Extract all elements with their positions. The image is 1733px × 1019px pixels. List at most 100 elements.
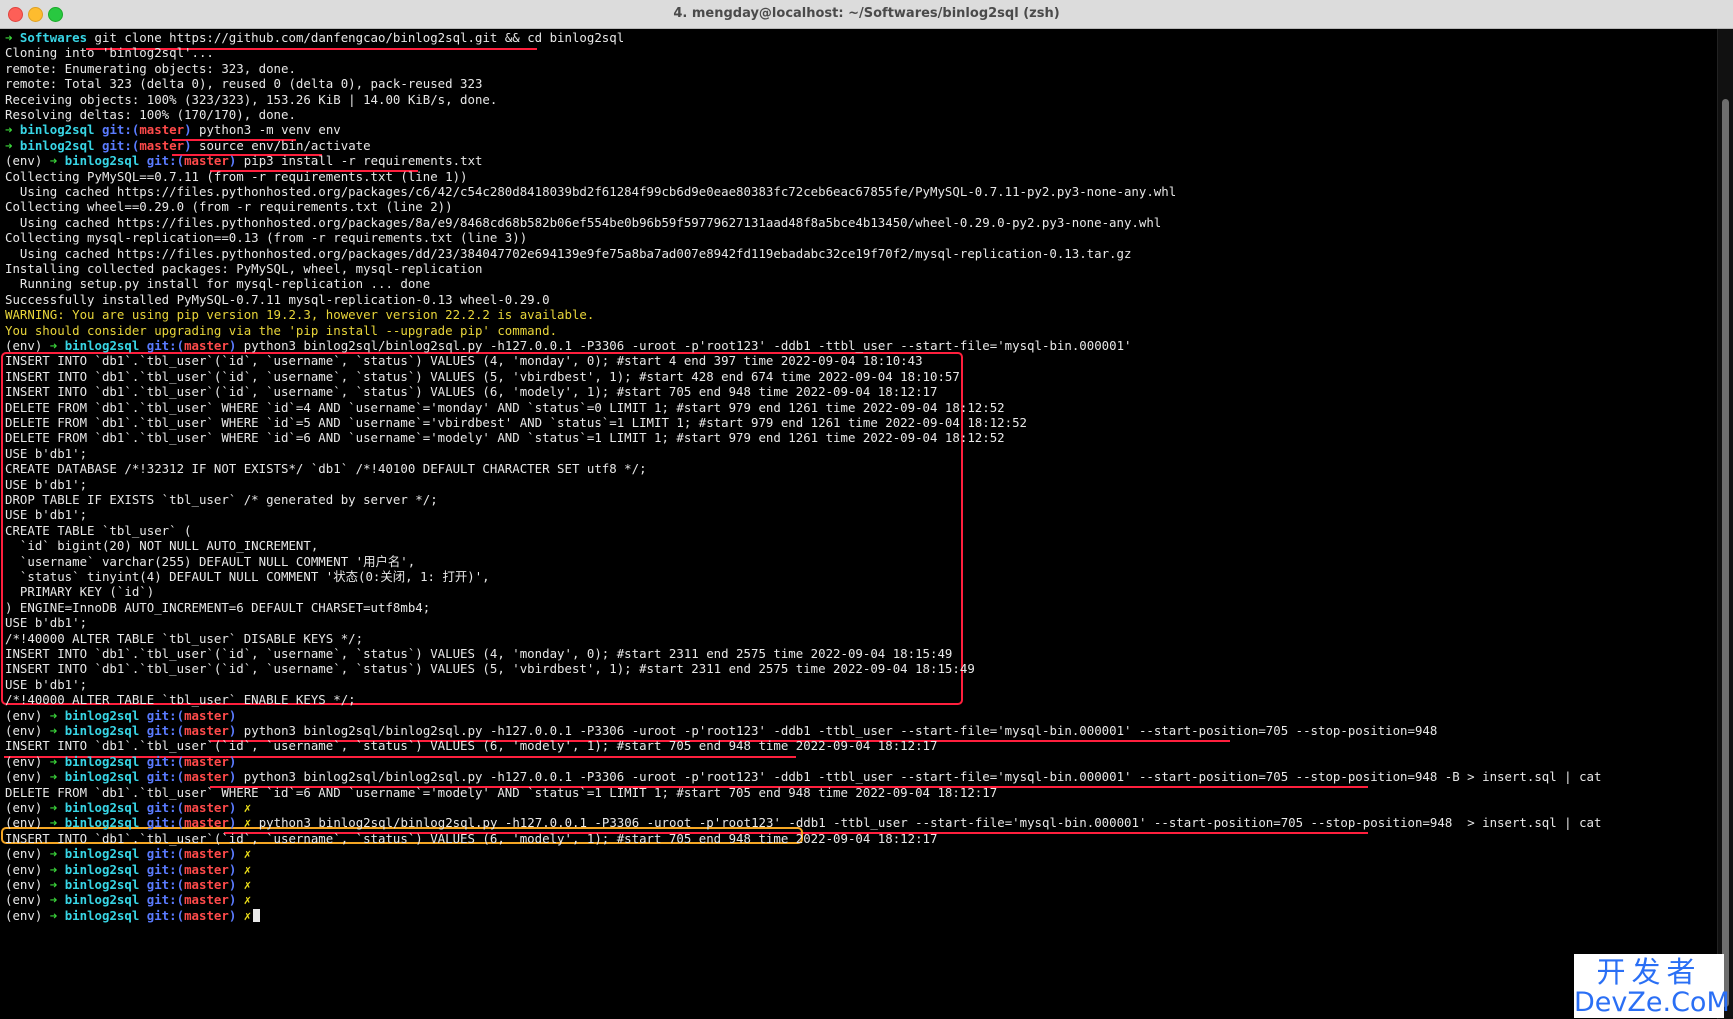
output-text: USE b'db1'; [5, 507, 88, 523]
output-text: DELETE FROM `db1`.`tbl_user` WHERE `id`=… [5, 399, 1005, 415]
current-directory: binlog2sql [64, 723, 140, 738]
git-branch: master [184, 707, 229, 723]
venv-indicator: (env) [5, 753, 50, 769]
current-directory: binlog2sql [19, 122, 95, 138]
window-title: 4. mengday@localhost: ~/Softwares/binlog… [673, 6, 1060, 21]
prompt-arrow-icon: ➜ [49, 815, 65, 831]
prompt-arrow-icon: ➜ [49, 153, 65, 169]
git-label: git:( [146, 753, 185, 769]
output-text: CREATE TABLE `tbl_user` ( [5, 522, 192, 538]
git-label: git:( [146, 907, 185, 923]
git-branch: master [184, 907, 229, 923]
git-branch: master [184, 338, 229, 353]
title-bar: 4. mengday@localhost: ~/Softwares/binlog… [0, 0, 1733, 29]
watermark-chinese-text: 开发者 [1596, 955, 1702, 989]
output-text: USE b'db1'; [5, 676, 88, 692]
git-branch: master [184, 877, 229, 892]
venv-indicator: (env) [5, 815, 50, 831]
current-directory: binlog2sql [64, 769, 140, 785]
prompt-arrow-icon: ➜ [49, 707, 65, 723]
output-text: Collecting mysql-replication==0.13 (from… [5, 230, 528, 246]
output-text: USE b'db1'; [5, 615, 88, 631]
git-label-close: ) [228, 707, 237, 723]
output-text: Collecting wheel==0.29.0 (from -r requir… [5, 199, 453, 215]
output-line: DELETE FROM `db1`.`tbl_user` WHERE `id`=… [5, 429, 1005, 446]
output-text: `status` tinyint(4) DEFAULT NULL COMMENT… [5, 569, 490, 584]
current-directory: Softwares [19, 30, 88, 45]
warning-text: WARNING: You are using pip version 19.2.… [5, 307, 595, 323]
output-text: USE b'db1'; [5, 476, 88, 492]
command-text: git clone https://github.com/danfengcao/… [94, 30, 625, 45]
output-text: Installing collected packages: PyMySQL, … [5, 261, 483, 276]
current-directory: binlog2sql [64, 707, 140, 723]
terminal-output[interactable]: ➜ Softwares git clone https://github.com… [0, 29, 1718, 1019]
git-dirty-marker: ✗ [243, 892, 252, 908]
output-text: PRIMARY KEY (`id`) [5, 584, 155, 600]
current-directory: binlog2sql [64, 861, 140, 877]
command-text: python3 -m venv env [199, 122, 341, 138]
prompt-arrow-icon: ➜ [49, 861, 65, 877]
current-directory: binlog2sql [64, 815, 140, 831]
git-label: git:( [146, 769, 185, 785]
warning-text: You should consider upgrading via the 'p… [5, 322, 558, 338]
output-text: DROP TABLE IF EXISTS `tbl_user` /* gener… [5, 492, 438, 507]
git-label: git:( [102, 137, 140, 153]
output-text: INSERT INTO `db1`.`tbl_user`(`id`, `user… [5, 830, 938, 846]
venv-indicator: (env) [5, 907, 50, 923]
git-branch: master [184, 861, 229, 877]
terminal-scrollbar[interactable] [1717, 29, 1733, 1019]
git-label: git:( [146, 723, 185, 738]
prompt-arrow-icon: ➜ [49, 877, 65, 892]
prompt-arrow-icon: ➜ [5, 137, 20, 153]
venv-indicator: (env) [5, 877, 50, 892]
output-text: Resolving deltas: 100% (170/170), done. [5, 107, 296, 122]
output-text: Receiving objects: 100% (323/323), 153.2… [5, 91, 498, 107]
git-dirty-marker: ✗ [243, 877, 252, 892]
output-text: remote: Total 323 (delta 0), reused 0 (d… [5, 76, 483, 92]
current-directory: binlog2sql [64, 846, 140, 862]
git-branch: master [184, 800, 229, 815]
output-text: CREATE DATABASE /*!32312 IF NOT EXISTS*/… [5, 461, 647, 477]
prompt-arrow-icon: ➜ [49, 723, 65, 738]
output-text: DELETE FROM `db1`.`tbl_user` WHERE `id`=… [5, 430, 1005, 446]
git-label-close: ) [184, 122, 192, 138]
venv-indicator: (env) [5, 892, 50, 908]
output-line: CREATE DATABASE /*!32312 IF NOT EXISTS*/… [5, 460, 647, 477]
git-dirty-marker: ✗ [243, 861, 252, 877]
git-branch: master [184, 769, 229, 785]
git-label-close: ) [184, 137, 192, 153]
watermark-site-text: DevZe.CoM [1574, 987, 1730, 1018]
git-branch: master [184, 892, 229, 908]
git-branch: master [184, 723, 229, 738]
prompt-arrow-icon: ➜ [5, 122, 20, 138]
current-directory: binlog2sql [64, 907, 140, 923]
command-text: source env/bin/activate [199, 137, 371, 153]
prompt-arrow-icon: ➜ [49, 753, 65, 769]
output-text: INSERT INTO `db1`.`tbl_user`(`id`, `user… [5, 384, 938, 400]
git-label: git:( [146, 707, 185, 723]
output-text: Running setup.py install for mysql-repli… [5, 276, 431, 292]
scrollbar-thumb[interactable] [1722, 99, 1729, 1007]
git-label: git:( [146, 153, 185, 169]
venv-indicator: (env) [5, 153, 50, 169]
git-branch: master [184, 753, 229, 769]
